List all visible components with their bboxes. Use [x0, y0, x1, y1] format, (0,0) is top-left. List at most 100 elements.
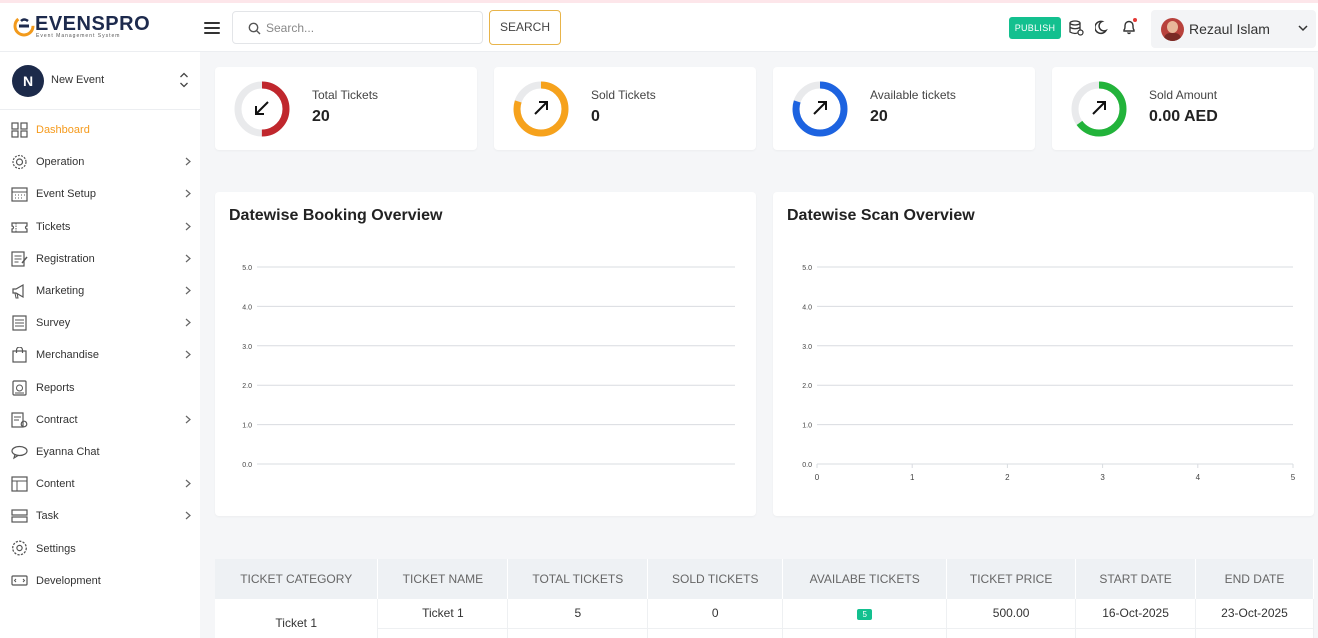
- x-tick-label: 3: [1100, 473, 1105, 482]
- sidebar-item-operation[interactable]: Operation: [0, 146, 200, 178]
- brand-logo[interactable]: EVENSPRO Event Management System: [12, 13, 150, 39]
- x-tick-label: 4: [1196, 473, 1201, 482]
- chat-icon: [11, 445, 28, 460]
- grid-icon: [11, 122, 28, 138]
- megaphone-icon: [12, 283, 24, 299]
- sidebar-item-registration[interactable]: Registration: [0, 243, 200, 275]
- sidebar-item-label: Merchandise: [36, 349, 99, 362]
- column-header[interactable]: AVAILABE TICKETS: [782, 559, 948, 599]
- sidebar-item-contract[interactable]: Contract: [0, 404, 200, 436]
- dark-mode-moon-icon[interactable]: [1095, 20, 1110, 35]
- sidebar-item-settings[interactable]: Settings: [0, 532, 200, 564]
- chevron-updown-icon: [180, 72, 188, 88]
- search-icon: [248, 22, 261, 35]
- sidebar: N New Event Dashboard Operation Event Setu…: [0, 52, 200, 638]
- sidebar-item-marketing[interactable]: Marketing: [0, 275, 200, 307]
- user-menu[interactable]: Rezaul Islam: [1151, 10, 1316, 48]
- user-name: Rezaul Islam: [1189, 21, 1270, 37]
- chevron-right-icon: [185, 350, 191, 359]
- chevron-right-icon: [185, 286, 191, 295]
- booking-overview-card: Datewise Booking Overview 5.0 4.0 3.0 2.0 1.…: [215, 192, 756, 516]
- y-tick-label: 4.0: [802, 304, 812, 311]
- available-tickets-cell: 5: [782, 599, 948, 629]
- y-tick-label: 1.0: [802, 423, 812, 430]
- settings-icon: [12, 540, 27, 556]
- event-name: New Event: [51, 74, 105, 86]
- database-settings-icon[interactable]: [1069, 20, 1084, 36]
- sidebar-item-content[interactable]: Content: [0, 468, 200, 500]
- sidebar-item-label: Content: [36, 478, 75, 491]
- chevron-right-icon: [185, 254, 191, 263]
- y-tick-label: 1.0: [242, 423, 252, 430]
- stat-value: 20: [870, 108, 888, 125]
- stat-progress-ring: [1071, 81, 1127, 137]
- sidebar-item-survey[interactable]: Survey: [0, 307, 200, 339]
- search-box: [232, 11, 483, 44]
- chevron-right-icon: [185, 157, 191, 166]
- sidebar-item-merchandise[interactable]: Merchandise: [0, 339, 200, 371]
- stat-label: Sold Tickets: [591, 88, 656, 102]
- notification-bell-icon[interactable]: [1122, 20, 1136, 35]
- sidebar-item-development[interactable]: Development: [0, 565, 200, 597]
- x-tick-label: 1: [910, 473, 915, 482]
- stat-progress-ring: [513, 81, 569, 137]
- y-tick-label: 5.0: [242, 265, 252, 272]
- sidebar-item-dashboard[interactable]: Dashboard: [0, 114, 200, 146]
- notification-dot: [1133, 18, 1137, 22]
- search-button[interactable]: SEARCH: [489, 10, 561, 45]
- column-header[interactable]: TICKET NAME: [377, 559, 509, 599]
- sidebar-item-task[interactable]: Task: [0, 500, 200, 532]
- stat-label: Sold Amount: [1149, 88, 1218, 102]
- y-tick-label: 2.0: [802, 383, 812, 390]
- ticket-name-cell: Ticket 1: [377, 599, 509, 629]
- event-initial-avatar: N: [12, 65, 44, 97]
- form-icon: [11, 251, 28, 267]
- survey-icon: [12, 315, 27, 331]
- bag-icon: [12, 347, 27, 363]
- sidebar-item-label: Settings: [36, 542, 76, 555]
- stat-value: 0: [591, 108, 600, 125]
- y-tick-label: 0.0: [242, 462, 252, 469]
- y-tick-label: 5.0: [802, 265, 812, 272]
- search-input[interactable]: [266, 12, 476, 43]
- hamburger-menu-button[interactable]: [201, 19, 223, 37]
- column-header[interactable]: TOTAL TICKETS: [507, 559, 649, 599]
- y-tick-label: 4.0: [242, 304, 252, 311]
- total-tickets-cell: 5: [507, 599, 649, 629]
- scan-chart: 5.0 4.0 3.0 2.0 1.0 0.00 1 2 3 4 5: [802, 265, 1296, 482]
- table-header-row: TICKET CATEGORY TICKET NAME TOTAL TICKETS S…: [215, 559, 1314, 599]
- ticket-category-cell: Ticket 1: [215, 599, 379, 638]
- stat-card-available-tickets: Available tickets 20: [773, 67, 1035, 150]
- sidebar-item-eyanna-chat[interactable]: Eyanna Chat: [0, 436, 200, 468]
- tickets-table-wrapper: TICKET CATEGORY TICKET NAME TOTAL TICKETS S…: [215, 559, 1314, 638]
- column-header[interactable]: END DATE: [1195, 559, 1314, 599]
- sold-tickets-cell: 0: [647, 599, 784, 629]
- arrow-up-right-icon: [813, 101, 827, 115]
- stat-label: Available tickets: [870, 88, 956, 102]
- sidebar-item-reports[interactable]: Reports: [0, 372, 200, 404]
- report-icon: [12, 379, 27, 396]
- event-selector[interactable]: N New Event: [0, 52, 200, 110]
- sidebar-item-tickets[interactable]: Tickets: [0, 211, 200, 243]
- arrow-up-right-icon: [534, 101, 548, 115]
- y-tick-label: 3.0: [242, 344, 252, 351]
- sidebar-item-label: Tickets: [36, 220, 71, 233]
- sidebar-item-label: Reports: [36, 381, 75, 394]
- chevron-right-icon: [185, 415, 191, 424]
- stat-value: 0.00 AED: [1149, 108, 1218, 125]
- chevron-right-icon: [185, 189, 191, 198]
- end-date-cell: 23-Oct-2025: [1195, 599, 1314, 629]
- column-header[interactable]: TICKET PRICE: [946, 559, 1077, 599]
- column-header[interactable]: TICKET CATEGORY: [215, 559, 379, 599]
- sidebar-item-event-setup[interactable]: Event Setup: [0, 178, 200, 210]
- calendar-icon: [11, 187, 28, 202]
- stat-progress-ring: [792, 81, 848, 137]
- column-header[interactable]: SOLD TICKETS: [647, 559, 784, 599]
- content-icon: [11, 476, 28, 492]
- x-tick-label: 5: [1291, 473, 1296, 482]
- column-header[interactable]: START DATE: [1075, 559, 1197, 599]
- development-icon: [11, 575, 28, 586]
- chevron-right-icon: [185, 222, 191, 231]
- publish-button[interactable]: PUBLISH: [1009, 17, 1061, 39]
- ticket-icon: [11, 221, 28, 233]
